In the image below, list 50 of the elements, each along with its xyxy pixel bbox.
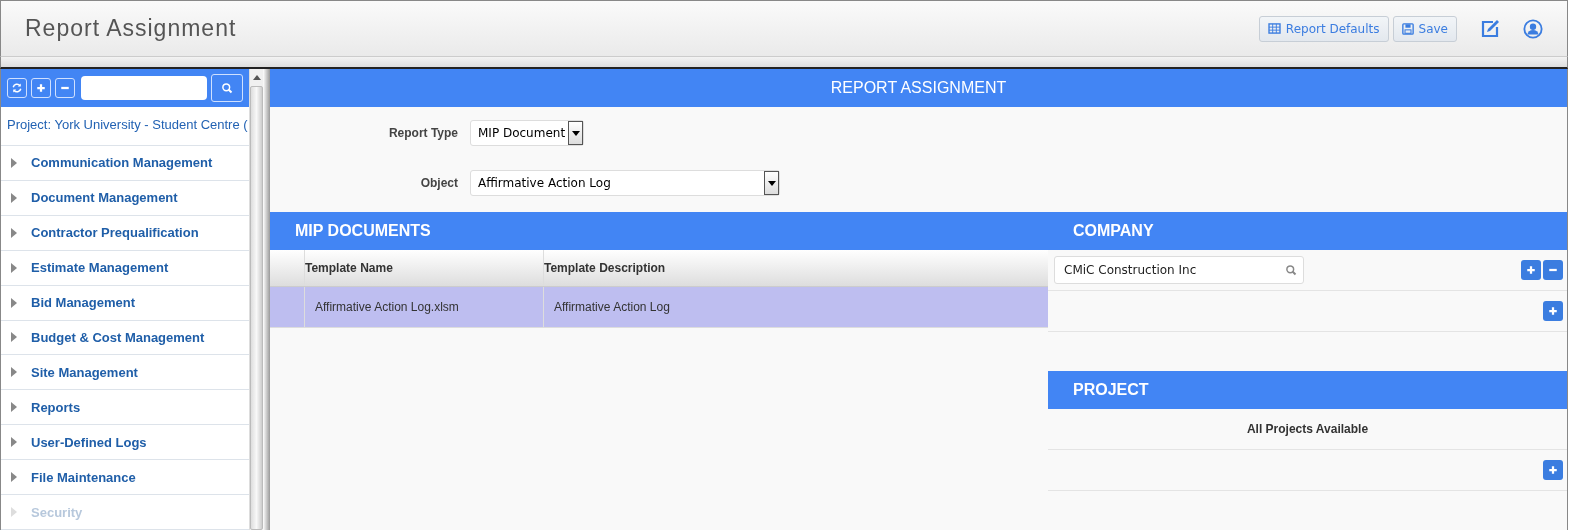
section-header: PROJECT — [1048, 371, 1567, 409]
report-type-dropdown[interactable]: MIP Document — [470, 120, 584, 146]
remove-button[interactable] — [1543, 260, 1563, 280]
plus-icon — [1547, 305, 1559, 317]
search-icon — [1285, 264, 1297, 276]
table-cell: Affirmative Action Log.xlsm — [305, 287, 544, 327]
save-icon — [1401, 22, 1414, 35]
expand-arrow-icon — [11, 262, 17, 273]
field-label: Object — [419, 176, 459, 190]
expand-arrow-icon — [11, 297, 17, 308]
add-button[interactable] — [1543, 301, 1563, 321]
page-title: Report Assignment — [25, 15, 238, 42]
section-header: COMPANY — [1048, 212, 1567, 250]
expand-arrow-icon — [11, 437, 17, 448]
add-button[interactable] — [1521, 260, 1541, 280]
refresh-icon — [11, 81, 23, 94]
plus-icon — [1525, 264, 1537, 276]
expand-arrow-icon — [11, 157, 17, 168]
field-label: Report Type — [387, 126, 459, 140]
search-icon — [221, 81, 233, 94]
column-header[interactable]: Template Name — [305, 250, 544, 286]
user-icon[interactable] — [1523, 18, 1543, 39]
edit-icon[interactable] — [1479, 17, 1501, 40]
status-text: All Projects Available — [1048, 409, 1567, 450]
section-header: MIP DOCUMENTS — [270, 212, 1048, 250]
expand-arrow-icon — [11, 367, 17, 378]
report-defaults-button[interactable]: Report Defaults — [1258, 15, 1389, 42]
expand-arrow-icon — [11, 507, 17, 518]
table-cell-text: Affirmative Action Log — [553, 299, 671, 316]
panel-header: REPORT ASSIGNMENT — [270, 69, 1567, 107]
search-field[interactable] — [81, 75, 207, 100]
search-button[interactable] — [211, 73, 243, 102]
company-field[interactable]: CMiC Construction Inc — [1054, 256, 1304, 284]
add-button[interactable] — [1543, 460, 1563, 480]
table-row[interactable]: Affirmative Action Log.xlsm Affirmative Action Log — [270, 287, 1048, 328]
expand-arrow-icon — [11, 227, 17, 238]
expand-all-button[interactable] — [31, 77, 51, 98]
expand-arrow-icon — [11, 192, 17, 203]
scrollbar[interactable] — [249, 69, 263, 530]
refresh-button[interactable] — [7, 77, 27, 98]
plus-icon — [35, 81, 47, 94]
grid-icon — [1267, 23, 1281, 34]
expand-arrow-icon — [11, 332, 17, 343]
save-button[interactable]: Save — [1392, 15, 1457, 42]
plus-icon — [1547, 464, 1559, 476]
expand-arrow-icon — [11, 402, 17, 413]
expand-arrow-icon — [11, 472, 17, 483]
object-dropdown[interactable]: Affirmative Action Log — [470, 170, 780, 196]
column-header[interactable]: Template Description — [544, 250, 1048, 286]
collapse-all-button[interactable] — [55, 77, 75, 98]
